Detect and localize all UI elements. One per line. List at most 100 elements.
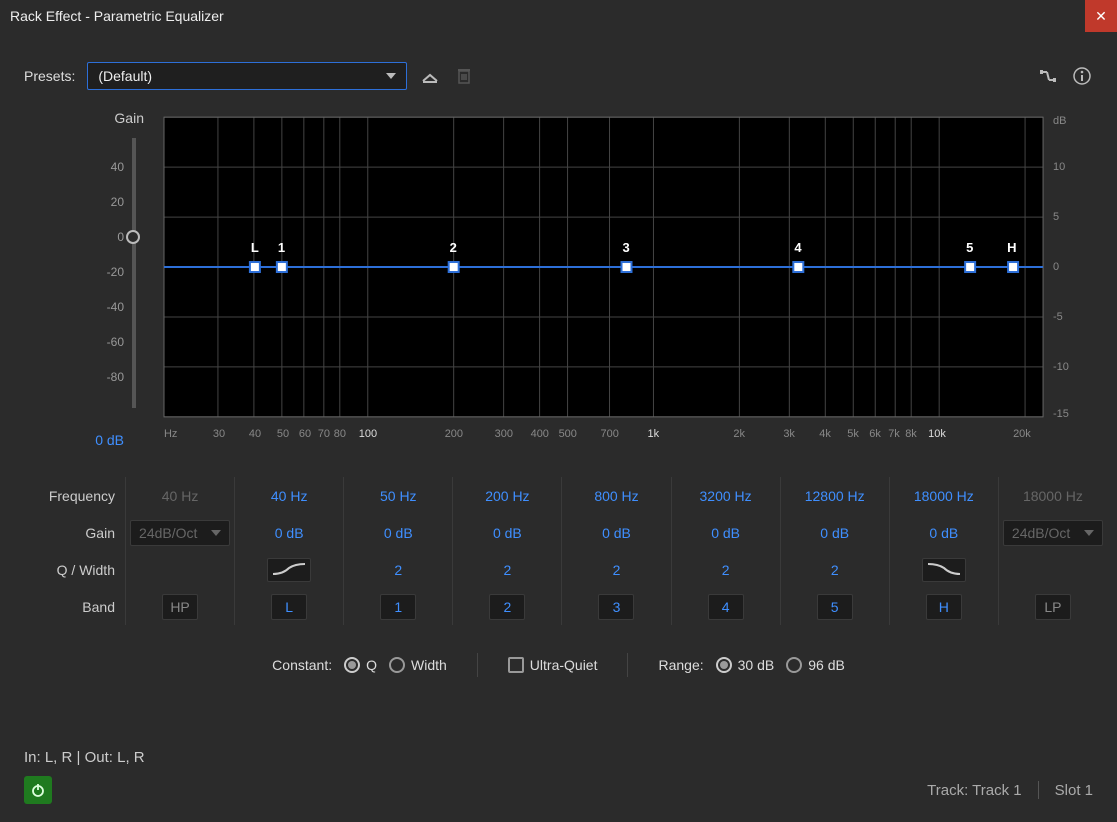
gain-3[interactable]: 0 dB (561, 514, 670, 551)
radio-constant-width[interactable]: Width (389, 657, 447, 673)
gain-tick-0: 0 (117, 230, 124, 244)
x-tick: 3k (783, 428, 795, 440)
gain-tick--20: -20 (107, 265, 124, 279)
x-tick: 400 (531, 428, 549, 440)
master-gain-handle[interactable] (126, 230, 140, 244)
gain-tick--60: -60 (107, 335, 124, 349)
x-tick: 2k (733, 428, 745, 440)
checkbox-ultra-quiet[interactable]: Ultra-Quiet (508, 657, 598, 673)
y-tick-10: 10 (1053, 161, 1065, 173)
band-toggle-3[interactable]: 3 (598, 594, 634, 620)
x-tick: 60 (299, 428, 311, 440)
x-tick: 10k (928, 428, 946, 440)
x-tick: 500 (559, 428, 577, 440)
freq-1[interactable]: 50 Hz (343, 477, 452, 514)
band-toggle-LP[interactable]: LP (1035, 594, 1071, 620)
graph-area: Gain 40 20 0 -20 -40 -60 -80 0 dB (0, 112, 1117, 457)
radio-label-width: Width (411, 657, 447, 673)
master-gain-slider-track[interactable] (132, 138, 136, 408)
route-button[interactable] (1037, 65, 1059, 87)
radio-range-96[interactable]: 96 dB (786, 657, 845, 673)
window-title: Rack Effect - Parametric Equalizer (10, 8, 224, 24)
track-info: Track: Track 1 Slot 1 (927, 781, 1093, 799)
q-1[interactable]: 2 (343, 551, 452, 588)
slope-HP[interactable]: 24dB/Oct (125, 514, 234, 551)
checkbox-label-ultra-quiet: Ultra-Quiet (530, 657, 598, 673)
band-toggle-L[interactable]: L (271, 594, 307, 620)
radio-icon (716, 657, 732, 673)
freq-H[interactable]: 18000 Hz (889, 477, 998, 514)
q-LP (998, 551, 1107, 588)
master-gain-readout[interactable]: 0 dB (95, 432, 124, 448)
q-3[interactable]: 2 (561, 551, 670, 588)
radio-icon (786, 657, 802, 673)
freq-LP[interactable]: 18000 Hz (998, 477, 1107, 514)
q-2[interactable]: 2 (452, 551, 561, 588)
band-toggle-2[interactable]: 2 (489, 594, 525, 620)
freq-5[interactable]: 12800 Hz (780, 477, 889, 514)
bands-table: Frequency 40 Hz 40 Hz 50 Hz 200 Hz 800 H… (0, 477, 1117, 625)
x-tick: 70 (318, 428, 330, 440)
band-toggle-H[interactable]: H (926, 594, 962, 620)
constant-label: Constant: (272, 657, 332, 673)
gain-column-label: Gain (114, 110, 144, 126)
master-gain-column: Gain 40 20 0 -20 -40 -60 -80 0 dB (24, 112, 154, 457)
x-tick: 5k (847, 428, 859, 440)
x-tick: 7k (888, 428, 900, 440)
freq-2[interactable]: 200 Hz (452, 477, 561, 514)
freq-4[interactable]: 3200 Hz (671, 477, 780, 514)
freq-HP[interactable]: 40 Hz (125, 477, 234, 514)
gain-4[interactable]: 0 dB (671, 514, 780, 551)
slope-HP-value: 24dB/Oct (139, 525, 197, 541)
q-5[interactable]: 2 (780, 551, 889, 588)
gain-H[interactable]: 0 dB (889, 514, 998, 551)
freq-L[interactable]: 40 Hz (234, 477, 343, 514)
q-4[interactable]: 2 (671, 551, 780, 588)
x-tick: 80 (334, 428, 346, 440)
band-toggle-HP[interactable]: HP (162, 594, 198, 620)
radio-constant-q[interactable]: Q (344, 657, 377, 673)
close-button[interactable]: ✕ (1085, 0, 1117, 32)
radio-range-30[interactable]: 30 dB (716, 657, 775, 673)
slope-LP[interactable]: 24dB/Oct (998, 514, 1107, 551)
y-tick--10: -10 (1053, 361, 1069, 373)
gain-tick--80: -80 (107, 370, 124, 384)
q-L[interactable] (234, 551, 343, 588)
row-band: Band HP L 1 2 3 4 5 H LP (10, 588, 1107, 625)
route-icon (1039, 67, 1057, 85)
slope-LP-value: 24dB/Oct (1012, 525, 1070, 541)
presets-select[interactable]: (Default) (87, 62, 407, 90)
save-preset-button[interactable] (419, 65, 441, 87)
presets-row: Presets: (Default) (0, 32, 1117, 112)
gain-5[interactable]: 0 dB (780, 514, 889, 551)
chevron-down-icon (1084, 530, 1094, 536)
row-gain: Gain 24dB/Oct 0 dB 0 dB 0 dB 0 dB 0 dB 0… (10, 514, 1107, 551)
x-tick: 300 (495, 428, 513, 440)
band-cell-3: 3 (561, 588, 670, 625)
q-H[interactable] (889, 551, 998, 588)
radio-label-30db: 30 dB (738, 657, 775, 673)
y-tick-0: 0 (1053, 261, 1059, 273)
chevron-down-icon (211, 530, 221, 536)
gain-L[interactable]: 0 dB (234, 514, 343, 551)
gain-2[interactable]: 0 dB (452, 514, 561, 551)
band-cell-H: H (889, 588, 998, 625)
y-tick--5: -5 (1053, 311, 1063, 323)
divider (477, 653, 478, 677)
x-tick: 20k (1013, 428, 1031, 440)
eq-graph[interactable]: dB 10 5 0 -5 -10 -15 Hz 30 40 50 60 70 8… (154, 112, 1093, 457)
y-tick: dB (1053, 115, 1066, 127)
band-cell-1: 1 (343, 588, 452, 625)
band-toggle-4[interactable]: 4 (708, 594, 744, 620)
freq-3[interactable]: 800 Hz (561, 477, 670, 514)
svg-text:5: 5 (966, 240, 973, 255)
power-toggle[interactable] (24, 776, 52, 804)
band-toggle-1[interactable]: 1 (380, 594, 416, 620)
divider (1038, 781, 1039, 799)
svg-text:L: L (251, 240, 259, 255)
footer: In: L, R | Out: L, R Track: Track 1 Slot… (0, 735, 1117, 822)
band-toggle-5[interactable]: 5 (817, 594, 853, 620)
gain-1[interactable]: 0 dB (343, 514, 452, 551)
presets-label: Presets: (24, 68, 75, 84)
info-button[interactable] (1071, 65, 1093, 87)
